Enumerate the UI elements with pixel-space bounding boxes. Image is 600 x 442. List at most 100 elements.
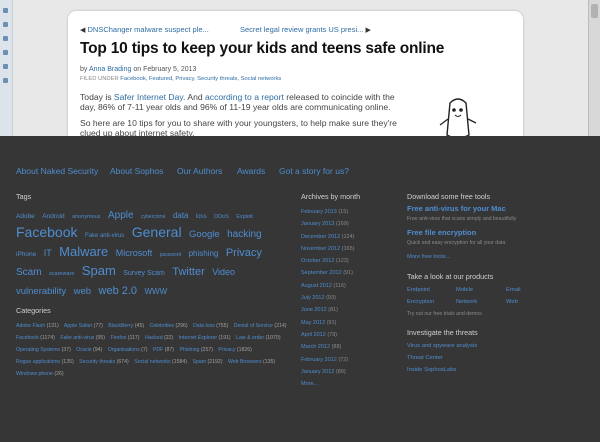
tag-link[interactable]: password (160, 252, 181, 258)
archive-month[interactable]: January 2013 (301, 221, 334, 227)
scrollbar-thumb[interactable] (591, 4, 598, 18)
archive-month-link[interactable]: January 2013 (169) (301, 218, 355, 230)
category-name[interactable]: Denial of Service (234, 323, 273, 329)
category-name[interactable]: Phishing (179, 347, 199, 353)
product-endpoint-link[interactable]: Endpoint (407, 287, 430, 293)
tag-link[interactable]: vulnerability (16, 286, 66, 297)
category-link[interactable]: Firefox (117) (110, 335, 139, 341)
report-link[interactable]: according to a report (205, 92, 284, 102)
category-link[interactable]: PDF (87) (153, 347, 174, 353)
tag-link[interactable]: Spam (82, 263, 116, 278)
footer-nav-awards[interactable]: Awards (237, 166, 265, 176)
tag-link[interactable]: Apple (108, 210, 134, 221)
prev-article-link[interactable]: ◀ DNSChanger malware suspect ple... (80, 25, 209, 34)
prev-article-label[interactable]: DNSChanger malware suspect ple... (87, 25, 208, 34)
category-link[interactable]: Law & order (1070) (236, 335, 280, 341)
category-name[interactable]: Apple Safari (64, 323, 92, 329)
tag-link[interactable]: Malware (59, 244, 108, 259)
tag-link[interactable]: Twitter (172, 266, 204, 278)
category-link[interactable]: Adobe Flash (131) (16, 323, 59, 329)
archive-month[interactable]: April 2012 (301, 332, 326, 338)
product-email-link[interactable]: Email (506, 287, 521, 293)
archive-month[interactable]: February 2012 (301, 357, 337, 363)
footer-nav-our-authors[interactable]: Our Authors (177, 166, 222, 176)
threat-link-threat-center[interactable]: Threat Center (407, 355, 443, 361)
category-name[interactable]: Rogue applications (16, 359, 60, 365)
tag-link[interactable]: IT (44, 248, 52, 258)
share-icon[interactable] (3, 50, 8, 55)
tag-link[interactable]: Microsoft (116, 248, 153, 258)
category-link[interactable]: Operating Systems (37) (16, 347, 71, 353)
archive-month[interactable]: March 2012 (301, 344, 330, 350)
category-link[interactable]: Social networks (1584) (134, 359, 187, 365)
category-link[interactable]: Phishing (257) (179, 347, 212, 353)
category-name[interactable]: Law & order (236, 335, 264, 341)
archive-month-link[interactable]: October 2012 (123) (301, 255, 355, 267)
footer-nav-about-naked-security[interactable]: About Naked Security (16, 166, 98, 176)
archive-month[interactable]: September 2012 (301, 270, 342, 276)
category-name[interactable]: Spam (192, 359, 206, 365)
products-trial-text[interactable]: Try out our free trials and demos (407, 311, 482, 317)
footer-nav-story[interactable]: Got a story for us? (279, 166, 349, 176)
tag-link[interactable]: data (173, 211, 189, 220)
tag-link[interactable]: Google (189, 229, 220, 240)
category-name[interactable]: Internet Explorer (179, 335, 217, 341)
scrollbar[interactable] (588, 0, 600, 136)
archive-month-link[interactable]: July 2012 (93) (301, 292, 355, 304)
category-link[interactable]: Denial of Service (214) (234, 323, 287, 329)
archive-month-link[interactable]: May 2012 (91) (301, 317, 355, 329)
category-link[interactable]: Apple Safari (77) (64, 323, 103, 329)
category-link[interactable]: Data loss (755) (193, 323, 228, 329)
share-icon[interactable] (3, 64, 8, 69)
archive-month[interactable]: October 2012 (301, 258, 334, 264)
category-link[interactable]: Web Browsers (135) (228, 359, 275, 365)
more-free-tools-link[interactable]: More free tools... (407, 254, 451, 260)
archive-month-link[interactable]: February 2012 (72) (301, 354, 355, 366)
category-link[interactable]: Spam (2192) (192, 359, 222, 365)
category-link[interactable]: Celebrities (296) (150, 323, 188, 329)
threat-link-virus-analysis[interactable]: Virus and spyware analysis (407, 343, 477, 349)
category-name[interactable]: Windows phone (16, 371, 53, 377)
tag-link[interactable]: General (132, 224, 182, 240)
product-network-link[interactable]: Network (456, 299, 477, 305)
product-mobile-link[interactable]: Mobile (456, 287, 473, 293)
tag-link[interactable]: Android (42, 213, 64, 220)
tag-link[interactable]: Adobe (16, 213, 35, 220)
archive-month-link[interactable]: November 2012 (165) (301, 243, 355, 255)
free-file-encryption-link[interactable]: Free file encryption (407, 228, 476, 237)
category-link[interactable]: Fake anti-virus (95) (60, 335, 105, 341)
tag-link[interactable]: phishing (189, 249, 219, 258)
category-name[interactable]: Fake anti-virus (60, 335, 94, 341)
archive-month[interactable]: December 2012 (301, 234, 340, 240)
tag-link[interactable]: cybercrime (141, 214, 165, 220)
tag-link[interactable]: Privacy (226, 247, 262, 259)
product-web-link[interactable]: Web (506, 299, 518, 305)
category-name[interactable]: Oracle (76, 347, 91, 353)
category-name[interactable]: Organisations (108, 347, 140, 353)
category-name[interactable]: Celebrities (150, 323, 175, 329)
archive-month-link[interactable]: August 2012 (116) (301, 280, 355, 292)
archive-month-link[interactable]: More... (301, 378, 355, 390)
footer-nav-about-sophos[interactable]: About Sophos (110, 166, 163, 176)
category-name[interactable]: Security threats (79, 359, 115, 365)
tag-link[interactable]: Fake anti-virus (85, 233, 124, 239)
threat-link-sophoslabs[interactable]: Inside SophosLabs (407, 367, 456, 373)
safer-internet-day-link[interactable]: Safer Internet Day (114, 92, 183, 102)
author-link[interactable]: Anna Brading (89, 66, 131, 73)
category-link[interactable]: Windows phone (26) (16, 371, 64, 377)
archive-month[interactable]: August 2012 (301, 283, 332, 289)
tag-link[interactable]: hacking (227, 229, 261, 240)
archive-month-link[interactable]: September 2012 (91) (301, 267, 355, 279)
archive-month[interactable]: More... (301, 381, 318, 387)
tag-link[interactable]: Scam (16, 267, 42, 278)
share-icon[interactable] (3, 78, 8, 83)
share-icon[interactable] (3, 22, 8, 27)
category-name[interactable]: BlackBerry (108, 323, 133, 329)
filed-categories[interactable]: Facebook, Featured, Privacy, Security th… (120, 76, 281, 82)
category-name[interactable]: Social networks (134, 359, 170, 365)
category-name[interactable]: Hacked (145, 335, 163, 341)
tag-link[interactable]: Survey Scam (123, 270, 165, 277)
archive-month[interactable]: May 2012 (301, 320, 325, 326)
category-name[interactable]: Data loss (193, 323, 215, 329)
archive-month[interactable]: June 2012 (301, 307, 327, 313)
